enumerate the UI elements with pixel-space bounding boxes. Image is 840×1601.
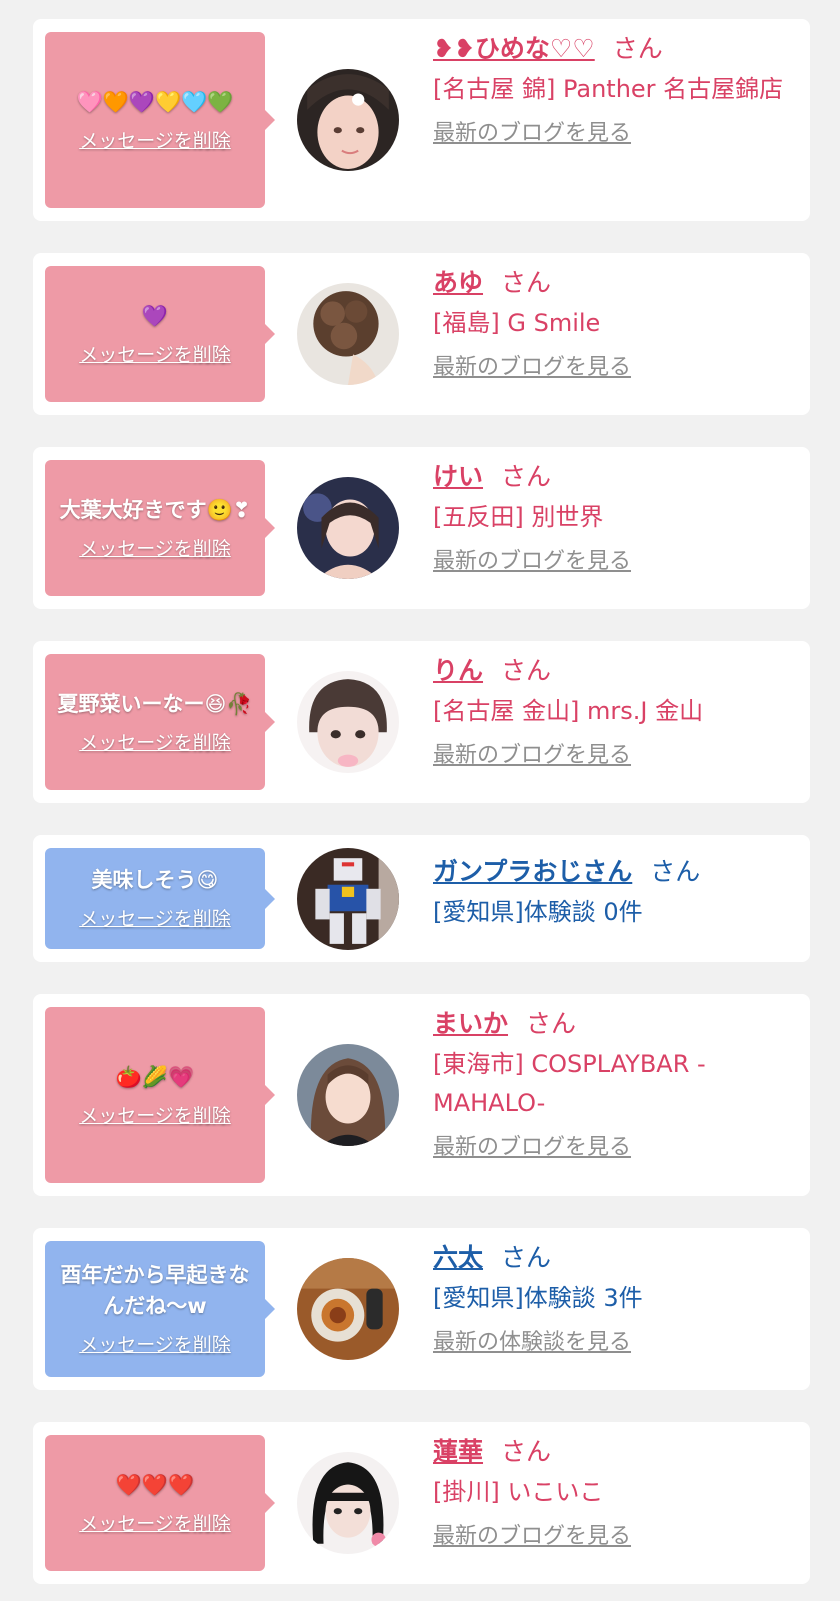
avatar[interactable] <box>297 848 399 950</box>
message-text: 酉年だから早起きなんだね〜w <box>60 1263 250 1318</box>
avatar[interactable] <box>297 69 399 171</box>
delete-message-link[interactable]: メッセージを削除 <box>79 342 231 368</box>
avatar[interactable] <box>297 1452 399 1554</box>
sender-name[interactable]: ガンプラおじさん <box>433 857 632 886</box>
experience-count: [愛知県]体験談 3件 <box>433 1284 643 1312</box>
shop-info: [東海市] COSPLAYBAR -MAHALO- <box>433 1050 706 1117</box>
avatar[interactable] <box>297 283 399 385</box>
shop-info: [五反田] 別世界 <box>433 503 604 531</box>
message-text: 夏野菜いーなー😆🥀 <box>57 691 253 716</box>
sender-info: まいか さん [東海市] COSPLAYBAR -MAHALO- 最新のブログを見… <box>433 1007 788 1163</box>
list-item: 美味しそう😋 メッセージを削除 ガンプラおじさん さん [愛知県]体験談 0件 <box>33 835 810 962</box>
avatar[interactable] <box>297 671 399 773</box>
avatar[interactable] <box>297 477 399 579</box>
experience-count: [愛知県]体験談 0件 <box>433 898 643 926</box>
message-text: 🍅🌽💗 <box>115 1064 195 1089</box>
list-item: 💜 メッセージを削除 あゆ さん [福島] G Smile 最新のブログを見る <box>33 253 810 415</box>
latest-blog-link[interactable]: 最新のブログを見る <box>433 1522 631 1552</box>
message-bubble: 酉年だから早起きなんだね〜w メッセージを削除 <box>45 1241 275 1377</box>
message-bubble: 🍅🌽💗 メッセージを削除 <box>45 1007 275 1183</box>
delete-message-link[interactable]: メッセージを削除 <box>79 730 231 756</box>
honorific: さん <box>501 268 552 297</box>
sender-info: りん さん [名古屋 金山] mrs.J 金山 最新のブログを見る <box>433 654 788 771</box>
honorific: さん <box>501 1437 552 1466</box>
sender-name[interactable]: けい <box>433 462 483 491</box>
honorific: さん <box>501 462 552 491</box>
sender-name[interactable]: 蓮華 <box>433 1437 483 1466</box>
list-item: 酉年だから早起きなんだね〜w メッセージを削除 六太 さん [愛知県]体験談 3件… <box>33 1228 810 1390</box>
delete-message-link[interactable]: メッセージを削除 <box>79 128 231 154</box>
avatar[interactable] <box>297 1258 399 1360</box>
sender-info: けい さん [五反田] 別世界 最新のブログを見る <box>433 460 788 577</box>
sender-name[interactable]: 六太 <box>433 1243 483 1272</box>
list-item: 大葉大好きです🙂❣ メッセージを削除 けい さん [五反田] 別世界 最新のブログ… <box>33 447 810 609</box>
sender-info: ガンプラおじさん さん [愛知県]体験談 0件 <box>433 855 788 932</box>
delete-message-link[interactable]: メッセージを削除 <box>79 1332 231 1358</box>
message-bubble: 💜 メッセージを削除 <box>45 266 275 402</box>
delete-message-link[interactable]: メッセージを削除 <box>79 1511 231 1537</box>
message-text: 🩷🧡💜💛🩵💚 <box>76 89 234 114</box>
sender-name[interactable]: まいか <box>433 1009 508 1038</box>
sender-info: 六太 さん [愛知県]体験談 3件 最新の体験談を見る <box>433 1241 788 1358</box>
latest-blog-link[interactable]: 最新のブログを見る <box>433 547 631 577</box>
honorific: さん <box>650 857 701 886</box>
message-text: 💜 <box>141 303 169 328</box>
sender-name[interactable]: あゆ <box>433 268 483 297</box>
list-item: 夏野菜いーなー😆🥀 メッセージを削除 りん さん [名古屋 金山] mrs.J 金… <box>33 641 810 803</box>
honorific: さん <box>526 1009 577 1038</box>
latest-blog-link[interactable]: 最新のブログを見る <box>433 1133 631 1163</box>
honorific: さん <box>612 34 663 63</box>
list-item: 🩷🧡💜💛🩵💚 メッセージを削除 ❥❥ひめな♡♡ さん [名古屋 錦] Panthe… <box>33 19 810 221</box>
sender-name[interactable]: ❥❥ひめな♡♡ <box>433 34 595 63</box>
honorific: さん <box>501 656 552 685</box>
sender-info: ❥❥ひめな♡♡ さん [名古屋 錦] Panther 名古屋錦店 最新のブログを見… <box>433 32 788 149</box>
message-text: ❤️❤️❤️ <box>115 1472 195 1497</box>
shop-info: [福島] G Smile <box>433 309 601 337</box>
message-text: 大葉大好きです🙂❣ <box>59 497 251 522</box>
honorific: さん <box>501 1243 552 1272</box>
latest-blog-link[interactable]: 最新のブログを見る <box>433 353 631 383</box>
sender-name[interactable]: りん <box>433 656 483 685</box>
delete-message-link[interactable]: メッセージを削除 <box>79 1103 231 1129</box>
message-bubble: 🩷🧡💜💛🩵💚 メッセージを削除 <box>45 32 275 208</box>
message-text: 美味しそう😋 <box>91 868 219 892</box>
message-bubble: 美味しそう😋 メッセージを削除 <box>45 848 275 949</box>
list-item: ❤️❤️❤️ メッセージを削除 蓮華 さん [掛川] いこいこ 最新のブログを見る <box>33 1422 810 1584</box>
message-bubble: ❤️❤️❤️ メッセージを削除 <box>45 1435 275 1571</box>
sender-info: あゆ さん [福島] G Smile 最新のブログを見る <box>433 266 788 383</box>
message-bubble: 夏野菜いーなー😆🥀 メッセージを削除 <box>45 654 275 790</box>
latest-blog-link[interactable]: 最新のブログを見る <box>433 119 631 149</box>
sender-info: 蓮華 さん [掛川] いこいこ 最新のブログを見る <box>433 1435 788 1552</box>
shop-info: [掛川] いこいこ <box>433 1478 604 1506</box>
shop-info: [名古屋 錦] Panther 名古屋錦店 <box>433 75 784 103</box>
delete-message-link[interactable]: メッセージを削除 <box>79 536 231 562</box>
delete-message-link[interactable]: メッセージを削除 <box>79 906 231 932</box>
latest-blog-link[interactable]: 最新のブログを見る <box>433 741 631 771</box>
list-item: 🍅🌽💗 メッセージを削除 まいか さん [東海市] COSPLAYBAR -MAH… <box>33 994 810 1196</box>
shop-info: [名古屋 金山] mrs.J 金山 <box>433 697 704 725</box>
latest-experience-link[interactable]: 最新の体験談を見る <box>433 1328 631 1358</box>
message-bubble: 大葉大好きです🙂❣ メッセージを削除 <box>45 460 275 596</box>
avatar[interactable] <box>297 1044 399 1146</box>
